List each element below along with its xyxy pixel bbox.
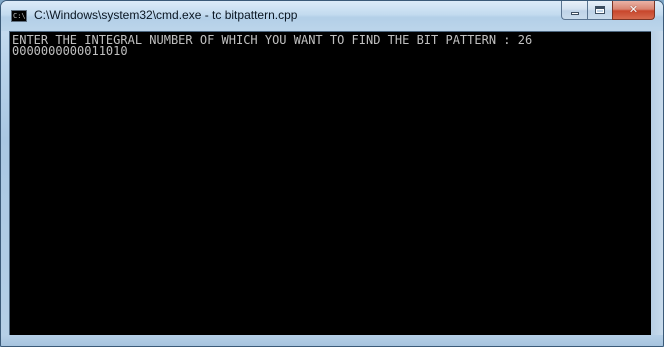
console-line-result: 0000000000011010 <box>12 44 128 58</box>
close-button[interactable]: ✕ <box>612 1 655 20</box>
right-window-border <box>651 31 663 336</box>
console-window: C:\ C:\Windows\system32\cmd.exe - tc bit… <box>0 0 664 347</box>
bottom-window-border <box>1 335 663 346</box>
maximize-button[interactable] <box>587 1 612 20</box>
minimize-icon <box>571 12 579 15</box>
window-title: C:\Windows\system32\cmd.exe - tc bitpatt… <box>34 8 298 22</box>
title-bar[interactable]: C:\ C:\Windows\system32\cmd.exe - tc bit… <box>1 1 663 31</box>
minimize-button[interactable] <box>561 1 587 20</box>
close-icon: ✕ <box>628 3 639 16</box>
maximize-icon <box>595 6 605 14</box>
caption-buttons: ✕ <box>561 1 655 21</box>
cmd-icon[interactable]: C:\ <box>11 10 27 22</box>
console-output[interactable]: ENTER THE INTEGRAL NUMBER OF WHICH YOU W… <box>9 31 652 336</box>
